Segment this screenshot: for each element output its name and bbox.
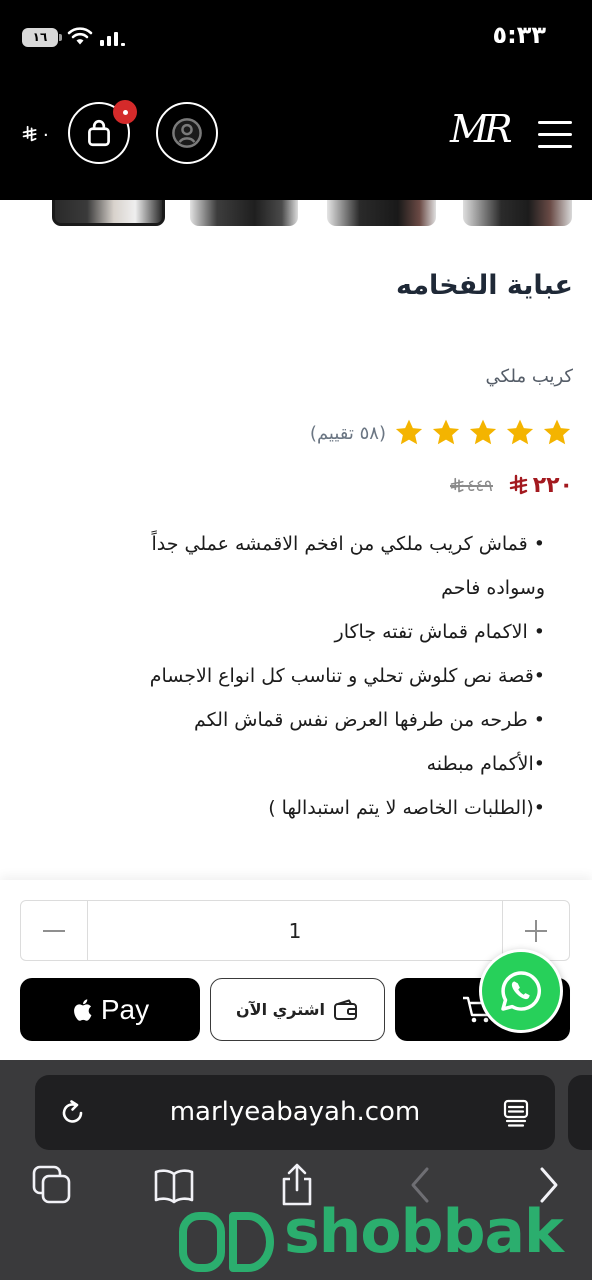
rating-count: (٥٨ تقييم): [309, 422, 386, 444]
minus-icon: [43, 920, 65, 942]
user-icon: [172, 118, 202, 148]
riyal-icon: [22, 125, 37, 142]
menu-icon[interactable]: [538, 121, 572, 149]
product-description: • قماش كريب ملكي من افخم الاقمشه عملي جد…: [150, 522, 545, 830]
current-price: ٢٢٠: [532, 472, 573, 498]
star-icon: [543, 419, 571, 445]
wallet-icon: [334, 999, 357, 1020]
apple-icon: [73, 998, 92, 1021]
adjacent-tab[interactable]: [568, 1075, 592, 1150]
cart-total: ٠: [22, 121, 51, 147]
url-text: marlyeabayah.com: [169, 1097, 421, 1127]
account-button[interactable]: [156, 102, 218, 164]
riyal-icon: [509, 474, 527, 495]
plus-icon: [525, 919, 547, 942]
wifi-icon: [67, 27, 93, 45]
brand-logo[interactable]: MR: [450, 110, 512, 148]
reload-icon[interactable]: [56, 1096, 90, 1130]
rating-row[interactable]: (٥٨ تقييم): [310, 416, 573, 450]
price-row: ٢٢٠ ٤٤٩: [449, 468, 573, 502]
decrease-quantity-button[interactable]: [21, 901, 88, 960]
address-bar[interactable]: marlyeabayah.com: [35, 1075, 555, 1150]
buy-now-button[interactable]: اشتري الآن: [210, 978, 385, 1041]
whatsapp-button[interactable]: [479, 949, 563, 1033]
description-line: •قصة نص كلوش تحلي و تناسب كل انواع الاجس…: [149, 665, 545, 687]
apple-pay-label: Pay: [100, 993, 150, 1025]
description-line: • الاكمام قماش تفته جاكار: [334, 621, 545, 643]
site-header: MR ٠: [0, 76, 592, 200]
description-line: • طرحه من طرفها العرض نفس قماش الكم: [194, 709, 545, 731]
description-line: • قماش كريب ملكي من افخم الاقمشه عملي جد…: [151, 533, 545, 555]
star-icon: [506, 419, 534, 445]
tabs-icon[interactable]: [30, 1163, 74, 1207]
strike-line: [449, 485, 493, 487]
star-icon: [432, 419, 460, 445]
clock: ٥:٣٣: [492, 21, 546, 49]
signal-icon: [100, 32, 125, 46]
description-line: •الأكمام مبطنه: [426, 753, 545, 775]
reader-icon[interactable]: [499, 1096, 533, 1130]
original-price: ٤٤٩: [449, 476, 493, 495]
bookmarks-icon[interactable]: [152, 1163, 196, 1207]
star-icon: [469, 419, 497, 445]
apple-pay-button[interactable]: Pay: [20, 978, 200, 1041]
quantity-stepper: [20, 900, 570, 961]
cart-badge: [113, 100, 137, 124]
bag-icon: [88, 120, 110, 147]
product-title: عباية الفخامه: [395, 270, 573, 301]
whatsapp-icon: [501, 971, 542, 1011]
quantity-input[interactable]: [88, 901, 502, 960]
battery-indicator: ١٦: [22, 28, 58, 47]
buy-now-label: اشتري الآن: [236, 1000, 325, 1019]
battery-nub: [59, 34, 62, 41]
status-bar: ١٦ ٥:٣٣: [0, 0, 592, 76]
badge-dot: [122, 109, 128, 115]
description-line: وسواده فاحم: [441, 577, 545, 599]
star-icon: [395, 419, 423, 445]
cart-total-value: ٠: [41, 123, 51, 145]
watermark-text: shobbak: [284, 1197, 564, 1267]
description-line: •(الطلبات الخاصه لا يتم استبدالها ): [268, 797, 545, 819]
product-subtitle: كريب ملكي: [485, 366, 573, 387]
watermark-logo: [179, 1212, 274, 1272]
